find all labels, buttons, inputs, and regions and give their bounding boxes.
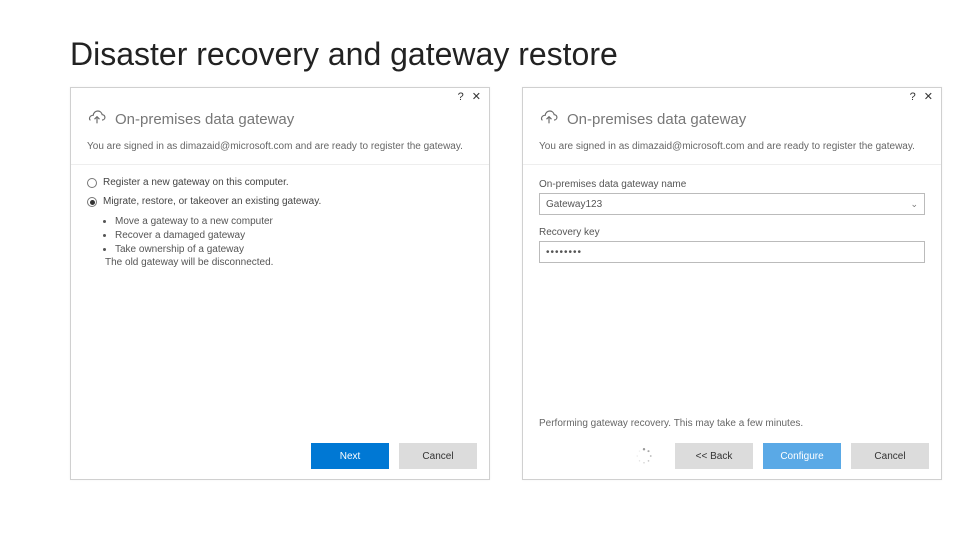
recovery-key-label: Recovery key xyxy=(539,227,925,238)
bullet-item: Recover a damaged gateway xyxy=(115,229,473,243)
bullet-item: Take ownership of a gateway xyxy=(115,243,473,257)
cancel-button[interactable]: Cancel xyxy=(851,443,929,469)
configure-button[interactable]: Configure xyxy=(763,443,841,469)
back-button[interactable]: << Back xyxy=(675,443,753,469)
next-button[interactable]: Next xyxy=(311,443,389,469)
radio-migrate-restore[interactable]: Migrate, restore, or takeover an existin… xyxy=(87,196,473,207)
gateway-name-select[interactable]: Gateway123 ⌄ xyxy=(539,193,925,215)
migrate-bullets: Move a gateway to a new computer Recover… xyxy=(87,215,473,257)
slide-title: Disaster recovery and gateway restore xyxy=(0,0,979,73)
radio-unselected-icon xyxy=(87,178,97,188)
cloud-gateway-icon xyxy=(539,110,559,128)
dialog-body: Register a new gateway on this computer.… xyxy=(71,165,489,435)
signed-in-text: You are signed in as dimazaid@microsoft.… xyxy=(523,130,941,165)
recovery-key-value: •••••••• xyxy=(546,247,582,258)
dialogs-wrapper: ? ✕ On-premises data gateway You are sig… xyxy=(0,73,979,480)
dialog-header: On-premises data gateway xyxy=(71,106,489,130)
gateway-dialog-register: ? ✕ On-premises data gateway You are sig… xyxy=(70,87,490,480)
title-bar: ? ✕ xyxy=(523,88,941,106)
cancel-button[interactable]: Cancel xyxy=(399,443,477,469)
close-icon[interactable]: ✕ xyxy=(472,92,481,106)
help-icon[interactable]: ? xyxy=(910,92,916,106)
gateway-name-value: Gateway123 xyxy=(546,199,602,210)
signed-in-text: You are signed in as dimazaid@microsoft.… xyxy=(71,130,489,165)
gateway-dialog-recover: ? ✕ On-premises data gateway You are sig… xyxy=(522,87,942,480)
radio-label: Register a new gateway on this computer. xyxy=(103,177,289,188)
radio-selected-icon xyxy=(87,197,97,207)
chevron-down-icon: ⌄ xyxy=(910,199,918,210)
radio-register-new[interactable]: Register a new gateway on this computer. xyxy=(87,177,473,188)
dialog-body: On-premises data gateway name Gateway123… xyxy=(523,165,941,418)
radio-label: Migrate, restore, or takeover an existin… xyxy=(103,196,321,207)
dialog-footer: Next Cancel xyxy=(71,435,489,479)
recovery-key-input[interactable]: •••••••• xyxy=(539,241,925,263)
bullet-item: Move a gateway to a new computer xyxy=(115,215,473,229)
help-icon[interactable]: ? xyxy=(458,92,464,106)
spinner-icon xyxy=(635,447,653,465)
dialog-footer: << Back Configure Cancel xyxy=(523,435,941,479)
dialog-header: On-premises data gateway xyxy=(523,106,941,130)
close-icon[interactable]: ✕ xyxy=(924,92,933,106)
dialog-title: On-premises data gateway xyxy=(115,111,294,128)
dialog-title: On-premises data gateway xyxy=(567,111,746,128)
title-bar: ? ✕ xyxy=(71,88,489,106)
disconnect-note: The old gateway will be disconnected. xyxy=(87,257,473,268)
gateway-name-label: On-premises data gateway name xyxy=(539,179,925,190)
cloud-gateway-icon xyxy=(87,110,107,128)
status-text: Performing gateway recovery. This may ta… xyxy=(523,418,941,435)
